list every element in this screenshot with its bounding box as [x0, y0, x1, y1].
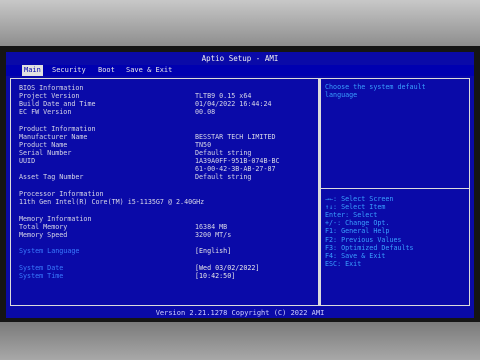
- help-text-line-1: Choose the system default: [325, 83, 426, 91]
- key-hint-general-help: F1: General Help: [325, 227, 390, 235]
- help-text-line-2: language: [325, 91, 358, 99]
- system-time-option[interactable]: System Time [10:42:50]: [19, 272, 314, 280]
- tab-boot[interactable]: Boot: [96, 65, 117, 76]
- tab-save-exit[interactable]: Save & Exit: [124, 65, 174, 76]
- tab-security[interactable]: Security: [50, 65, 88, 76]
- main-settings-panel: BIOS Information Project Version TLTB9 0.…: [11, 79, 318, 305]
- app-title: Aptio Setup - AMI: [201, 54, 279, 63]
- key-hint-esc-exit: ESC: Exit: [325, 260, 362, 268]
- version-footer: Version 2.21.1278 Copyright (C) 2022 AMI: [155, 309, 325, 317]
- tab-main[interactable]: Main: [22, 65, 43, 76]
- help-divider: [321, 188, 469, 189]
- help-panel: Choose the system default language →←: S…: [321, 79, 469, 305]
- system-date-option[interactable]: System Date [Wed 03/02/2022]: [19, 264, 314, 272]
- monitor-bezel-bottom: [0, 322, 480, 360]
- menu-bar: Main Security Boot Save & Exit: [6, 65, 474, 76]
- bios-screen: Aptio Setup - AMI Main Security Boot Sav…: [6, 52, 474, 318]
- system-language-option[interactable]: System Language [English]: [19, 247, 314, 255]
- monitor-bezel-top: [0, 0, 480, 46]
- content-frame: BIOS Information Project Version TLTB9 0.…: [10, 78, 470, 306]
